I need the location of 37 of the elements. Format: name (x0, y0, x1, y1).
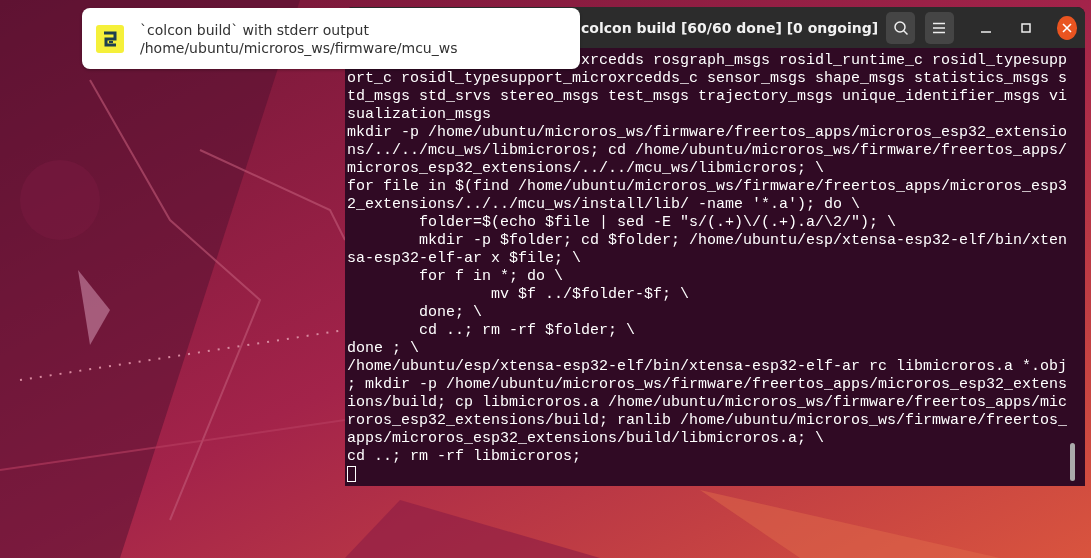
search-icon (892, 19, 909, 36)
terminal-line: microros_esp32_extensions/../../mcu_ws/libmicroros; \ (347, 160, 825, 178)
terminal-line: 2_extensions/../../mcu_ws/install/lib/ -name '*.a'); do \ (347, 196, 861, 214)
terminal-line: ns/../../mcu_ws/libmicroros; cd /home/ubuntu/microros_ws/firmware/freertos_apps/ (347, 142, 1068, 160)
terminal-line: roros_esp32_extensions/build; ranlib /home/ubuntu/microros_ws/firmware/freertos_ (347, 412, 1068, 430)
terminal-line: folder=$(echo $file | sed -E "s/(.+)\/(.+).a/\2/"); \ (418, 214, 897, 232)
menu-button[interactable] (925, 11, 954, 44)
terminal-line: xrcedds rosgraph_msgs rosidl_runtime_c rosidl_typesupp (581, 52, 1068, 70)
notification-body: /home/ubuntu/microros_ws/firmware/mcu_ws (140, 39, 458, 56)
scrollbar-thumb[interactable] (1070, 443, 1075, 481)
notification-title: `colcon build` with stderr output (140, 21, 369, 38)
terminal-line: mkdir -p /home/ubuntu/microros_ws/firmware/freertos_apps/microros_esp32_extensio (347, 124, 1068, 142)
terminal-line: ; mkdir -p /home/ubuntu/microros_ws/firmware/freertos_apps/microros_esp32_extens (347, 376, 1068, 394)
text-cursor (347, 466, 356, 483)
close-icon (1061, 22, 1072, 33)
maximize-icon (1020, 21, 1033, 34)
terminal-line: sa-esp32-elf-ar x $file; \ (347, 250, 582, 268)
terminal-line: done; \ (418, 304, 483, 322)
terminal-line: done ; \ (347, 340, 419, 358)
terminal-line: for file in $(find /home/ubuntu/microros_ws/firmware/freertos_apps/microros_esp3 (347, 178, 1068, 196)
terminal-line: cd ..; rm -rf libmicroros; (347, 448, 582, 466)
terminal-line: ions/build; cp libmicroros.a /home/ubuntu/microros_ws/firmware/freertos_apps/mic (347, 394, 1068, 412)
terminal-line: mkdir -p $folder; cd $folder; /home/ubuntu/esp/xtensa-esp32-elf/bin/xten (418, 232, 1068, 250)
minimize-icon (981, 30, 992, 33)
terminal-line: for f in *; do \ (418, 268, 564, 286)
close-button[interactable] (1056, 15, 1077, 40)
terminal-line: td_msgs std_srvs stereo_msgs test_msgs trajectory_msgs unique_identifier_msgs vi (347, 88, 1068, 106)
app-icon (96, 24, 124, 53)
terminal-line: ort_c rosidl_typesupport_microxrcedds_c sensor_msgs shape_msgs statistics_msgs s (347, 70, 1068, 88)
terminal-line: sualization_msgs (347, 106, 492, 124)
terminal-line: mv $f ../$folder-$f; \ (490, 286, 690, 304)
menu-icon (932, 21, 947, 34)
terminal-line: apps/microros_esp32_extensions/build/libmicroros.a; \ (347, 430, 825, 448)
terminal-line: /home/ubuntu/esp/xtensa-esp32-elf/bin/xtensa-esp32-elf-ar rc libmicroros.a *.obj (347, 358, 1068, 376)
notification-card[interactable]: `colcon build` with stderr output /home/ubuntu/microros_ws/firmware/mcu_ws (82, 8, 580, 69)
terminal-line: cd ..; rm -rf $folder; \ (418, 322, 636, 340)
search-button[interactable] (886, 11, 915, 44)
